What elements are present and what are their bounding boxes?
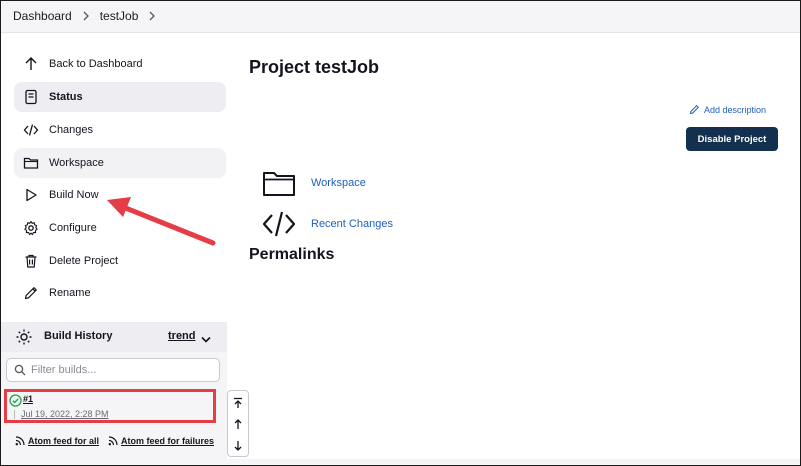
app-window: Dashboard testJob Back to Dashboard Stat… xyxy=(0,0,801,466)
main-link-recent-changes[interactable]: Recent Changes xyxy=(261,209,393,239)
folder-icon xyxy=(261,168,297,198)
sidebar-item-changes[interactable]: Changes xyxy=(14,115,226,145)
footer-strip xyxy=(227,459,800,465)
document-icon xyxy=(22,88,40,106)
atom-feeds: Atom feed for all Atom feed for failures xyxy=(15,436,223,446)
breadcrumb-testjob[interactable]: testJob xyxy=(100,9,139,23)
sidebar-item-label: Delete Project xyxy=(49,255,119,267)
gear-icon xyxy=(22,219,40,237)
sidebar-item-workspace[interactable]: Workspace xyxy=(14,148,226,178)
rss-icon xyxy=(108,436,118,446)
atom-feed-failures-label: Atom feed for failures xyxy=(121,436,215,446)
search-icon xyxy=(14,364,26,376)
sidebar-item-label: Rename xyxy=(49,287,91,299)
sidebar-item-build-now[interactable]: Build Now xyxy=(14,180,226,210)
build-divider xyxy=(14,410,15,419)
sidebar-item-label: Workspace xyxy=(49,157,104,169)
sidebar-item-label: Back to Dashboard xyxy=(49,58,143,70)
build-date-link[interactable]: Jul 19, 2022, 2:28 PM xyxy=(21,409,109,419)
arrow-up-icon xyxy=(234,419,242,429)
filter-builds-input[interactable] xyxy=(31,364,211,376)
sidebar-item-label: Status xyxy=(49,91,83,103)
chevron-right-icon[interactable] xyxy=(82,11,90,21)
chevron-down-icon[interactable] xyxy=(200,332,212,343)
atom-feed-all-link[interactable]: Atom feed for all xyxy=(15,436,99,446)
sidebar-item-label: Configure xyxy=(49,222,97,234)
sidebar-item-label: Changes xyxy=(49,124,94,136)
add-description-label: Add description xyxy=(704,104,767,115)
code-icon xyxy=(22,121,40,139)
sidebar-item-delete-project[interactable]: Delete Project xyxy=(14,246,226,276)
atom-feed-failures-link[interactable]: Atom feed for failures xyxy=(108,436,214,446)
main-link-workspace[interactable]: Workspace xyxy=(261,168,366,198)
arrow-up-icon xyxy=(22,55,40,73)
trend-link[interactable]: trend xyxy=(168,330,196,342)
workspace-link-label: Workspace xyxy=(311,177,366,189)
build-history-header: Build History trend xyxy=(1,322,227,352)
sidebar-item-configure[interactable]: Configure xyxy=(14,213,226,243)
pencil-icon xyxy=(689,104,700,115)
folder-icon xyxy=(22,154,40,172)
play-icon xyxy=(22,186,40,204)
permalinks-heading: Permalinks xyxy=(249,246,335,263)
breadcrumb-bar: Dashboard testJob xyxy=(1,1,800,33)
chevron-right-icon[interactable] xyxy=(148,11,156,21)
arrow-to-top-icon xyxy=(234,397,242,408)
breadcrumb-dashboard[interactable]: Dashboard xyxy=(13,9,72,23)
code-icon xyxy=(261,209,297,239)
atom-feed-all-label: Atom feed for all xyxy=(28,436,100,446)
rss-icon xyxy=(15,436,25,446)
build-row[interactable]: #1 Jul 19, 2022, 2:28 PM xyxy=(4,389,216,423)
scroll-up-button[interactable] xyxy=(228,414,248,434)
sidebar-item-status[interactable]: Status xyxy=(14,82,226,112)
add-description-link[interactable]: Add description xyxy=(689,104,766,115)
sidebar-item-rename[interactable]: Rename xyxy=(14,278,226,308)
build-history-icon xyxy=(15,328,33,346)
build-history-title: Build History xyxy=(44,330,113,342)
page-title: Project testJob xyxy=(249,57,380,77)
success-check-icon xyxy=(9,394,22,407)
breadcrumb: Dashboard testJob xyxy=(13,9,166,23)
build-number-link[interactable]: #1 xyxy=(23,394,33,404)
arrow-down-icon xyxy=(234,441,242,451)
pencil-icon xyxy=(22,284,40,302)
scroll-down-button[interactable] xyxy=(228,436,248,456)
filter-builds-field[interactable] xyxy=(6,358,220,382)
trash-icon xyxy=(22,252,40,270)
sidebar-item-back-to-dashboard[interactable]: Back to Dashboard xyxy=(14,49,226,79)
sidebar-item-label: Build Now xyxy=(49,189,99,201)
recent-changes-link-label: Recent Changes xyxy=(311,218,393,230)
disable-project-button[interactable]: Disable Project xyxy=(686,127,778,151)
build-history-scroller xyxy=(227,390,249,457)
scroll-top-button[interactable] xyxy=(228,393,248,413)
